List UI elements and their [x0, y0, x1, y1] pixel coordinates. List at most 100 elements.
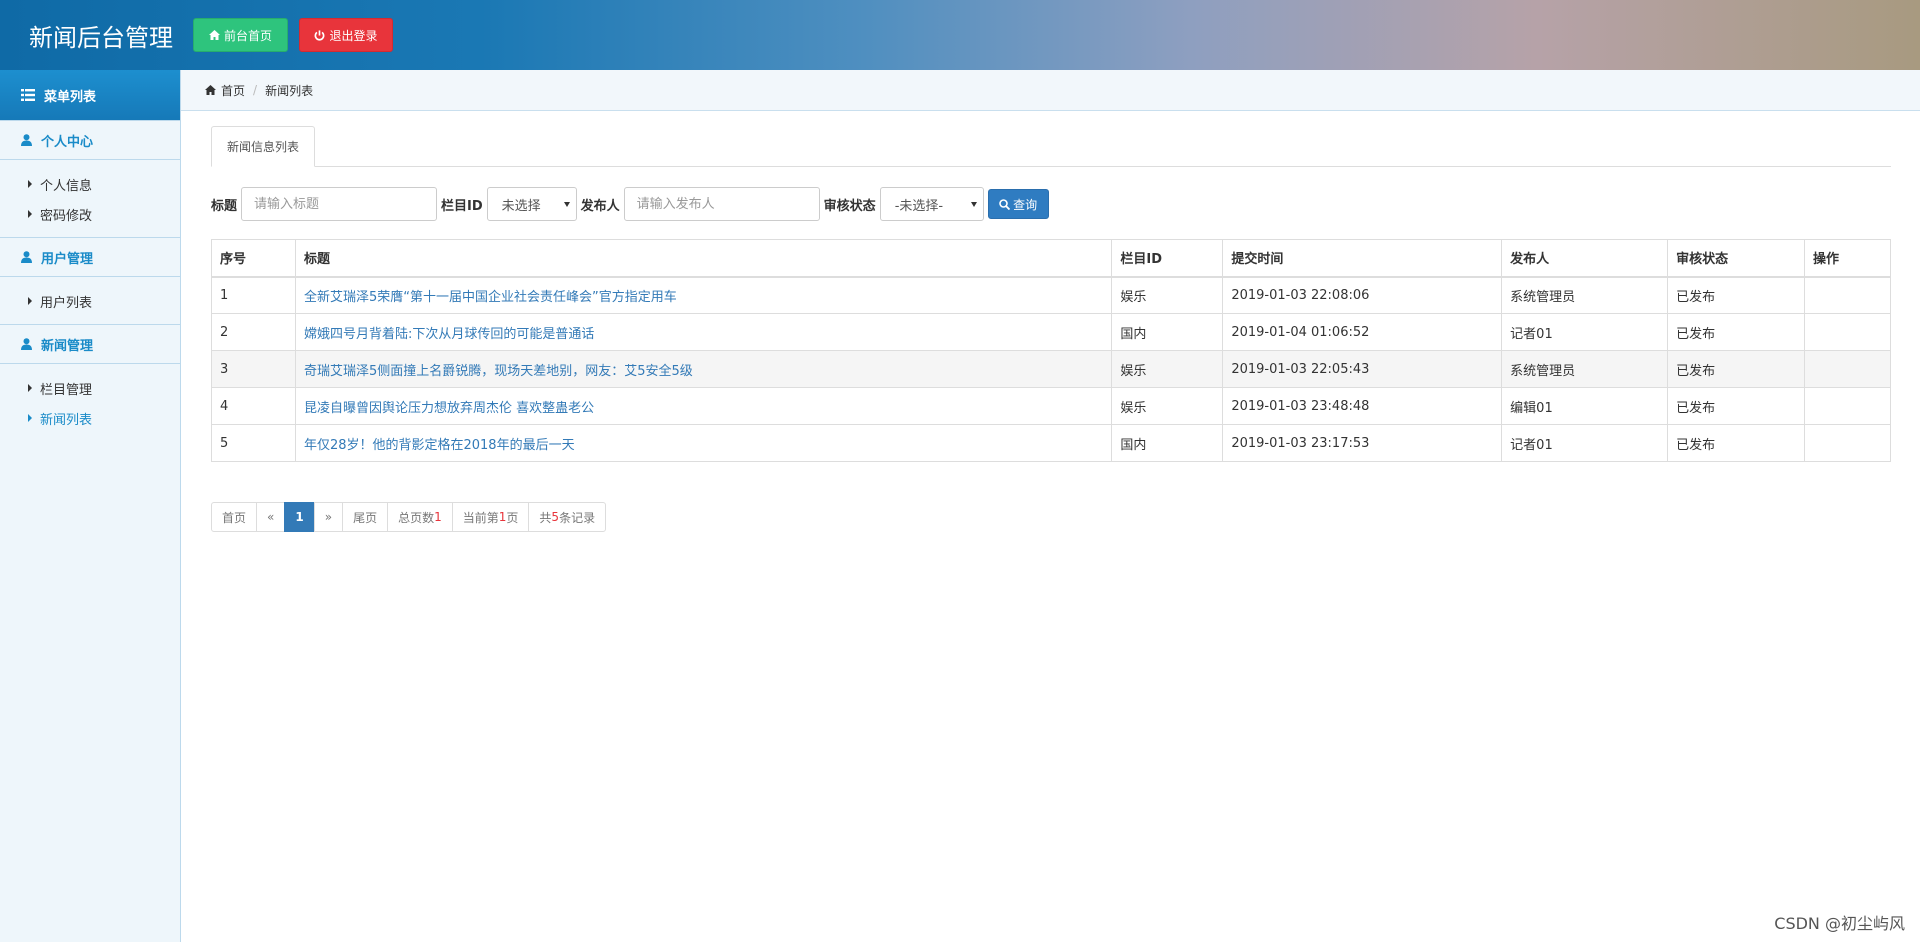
chevron-down-icon [970, 201, 977, 207]
cell-title: 年仅28岁！他的背影定格在2018年的最后一天 [294, 424, 1113, 462]
cell-time: 2019-01-03 22:08:06 [1222, 276, 1503, 314]
table-row: 3 奇瑞艾瑞泽5侧面撞上名爵锐腾，现场天差地别，网友：艾5安全5级 娱乐 201… [211, 350, 1892, 388]
cell-publisher: 编辑01 [1501, 387, 1669, 425]
cell-column: 娱乐 [1111, 387, 1224, 425]
cell-time: 2019-01-03 23:17:53 [1222, 424, 1503, 462]
cell-action [1803, 313, 1892, 351]
records-value: 5 [551, 510, 560, 524]
search-icon [999, 198, 1011, 210]
home-icon [205, 85, 216, 95]
sidebar-group-label: 个人中心 [41, 134, 94, 150]
cell-time: 2019-01-03 23:48:48 [1222, 387, 1503, 425]
news-title-link[interactable]: 奇瑞艾瑞泽5侧面撞上名爵锐腾，现场天差地别，网友：艾5安全5级 [304, 364, 693, 379]
caret-right-icon [28, 297, 32, 305]
watermark: CSDN @初尘屿风 [1774, 914, 1905, 933]
frontend-home-button[interactable]: 前台首页 [193, 18, 288, 52]
title-label: 标题 [211, 198, 238, 214]
sidebar-group-personal[interactable]: 个人中心 [0, 120, 180, 160]
news-title-link[interactable]: 昆凌自曝曾因舆论压力想放弃周杰伦 喜欢整蛊老公 [304, 401, 594, 416]
current-page-suffix: 页 [506, 510, 519, 525]
frontend-home-label: 前台首页 [223, 28, 272, 43]
column-header-no: 序号 [211, 239, 296, 278]
column-header-action: 操作 [1803, 239, 1892, 278]
sidebar-item-label: 新闻列表 [40, 412, 93, 428]
caret-right-icon [28, 414, 32, 422]
page-1-button[interactable]: 1 [284, 502, 315, 532]
column-header-title: 标题 [294, 239, 1113, 278]
records-suffix: 条记录 [559, 510, 596, 525]
cell-publisher: 记者01 [1501, 424, 1669, 462]
column-header-publisher: 发布人 [1501, 239, 1669, 278]
logout-button[interactable]: 退出登录 [299, 18, 393, 52]
sidebar-group-users[interactable]: 用户管理 [0, 237, 180, 277]
table-row: 5 年仅28岁！他的背影定格在2018年的最后一天 国内 2019-01-03 … [211, 424, 1892, 462]
prev-page-button[interactable]: « [256, 502, 286, 532]
current-page-prefix: 当前第 [462, 510, 499, 525]
total-pages-prefix: 总页数 [398, 510, 435, 525]
cell-column: 娱乐 [1111, 350, 1224, 388]
cell-action [1803, 387, 1892, 425]
cell-status: 已发布 [1667, 350, 1805, 388]
publisher-input[interactable] [623, 187, 820, 221]
column-select-value: 未选择 [501, 198, 541, 214]
breadcrumb-separator: / [253, 83, 258, 97]
sidebar-group-label: 新闻管理 [41, 338, 94, 354]
sidebar-item-password[interactable]: 密码修改 [0, 199, 180, 229]
tab-bar: 新闻信息列表 [211, 126, 1891, 167]
table-header-row: 序号 标题 栏目ID 提交时间 发布人 审核状态 操作 [211, 239, 1892, 278]
column-header-column: 栏目ID [1111, 239, 1224, 278]
news-title-link[interactable]: 全新艾瑞泽5荣膺“第十一届中国企业社会责任峰会”官方指定用车 [304, 290, 677, 305]
cell-publisher: 系统管理员 [1501, 350, 1669, 388]
status-label: 审核状态 [823, 198, 876, 214]
column-header-time: 提交时间 [1222, 239, 1503, 278]
total-records-info: 共 5 条记录 [528, 502, 607, 532]
query-button-label: 查询 [1013, 197, 1038, 212]
news-table: 序号 标题 栏目ID 提交时间 发布人 审核状态 操作 1 全新艾瑞泽5荣膺“第… [211, 239, 1892, 462]
user-icon [21, 134, 32, 146]
tab-news-info-list[interactable]: 新闻信息列表 [211, 126, 316, 167]
news-title-link[interactable]: 嫦娥四号月背着陆:下次从月球传回的可能是普通话 [304, 327, 594, 342]
chevron-down-icon [563, 201, 570, 207]
status-select-value: -未选择- [894, 198, 944, 214]
cell-time: 2019-01-03 22:05:43 [1222, 350, 1503, 388]
cell-title: 奇瑞艾瑞泽5侧面撞上名爵锐腾，现场天差地别，网友：艾5安全5级 [294, 350, 1113, 388]
table-row: 4 昆凌自曝曾因舆论压力想放弃周杰伦 喜欢整蛊老公 娱乐 2019-01-03 … [211, 387, 1892, 425]
cell-column: 国内 [1111, 424, 1224, 462]
column-select[interactable]: 未选择 [486, 187, 577, 221]
title-input[interactable] [241, 187, 438, 221]
main-content: 新闻信息列表 标题 栏目ID 未选择 发布人 审核状态 -未选择- 查询 序号 … [211, 111, 1892, 532]
sidebar-item-profile[interactable]: 个人信息 [0, 169, 180, 199]
query-button[interactable]: 查询 [987, 189, 1049, 219]
cell-title: 嫦娥四号月背着陆:下次从月球传回的可能是普通话 [294, 313, 1113, 351]
sidebar-item-user-list[interactable]: 用户列表 [0, 286, 180, 316]
cell-action [1803, 276, 1892, 314]
cell-title: 全新艾瑞泽5荣膺“第十一届中国企业社会责任峰会”官方指定用车 [294, 276, 1113, 314]
pagination: 首页 « 1 » 尾页 总页数 1 当前第 1 页 共 5 条记录 [211, 502, 1891, 532]
cell-status: 已发布 [1667, 313, 1805, 351]
first-page-button[interactable]: 首页 [211, 502, 258, 532]
sidebar-item-column-manage[interactable]: 栏目管理 [0, 373, 180, 403]
current-page-value: 1 [498, 510, 507, 524]
sidebar-group-news[interactable]: 新闻管理 [0, 324, 180, 364]
cell-status: 已发布 [1667, 387, 1805, 425]
table-row: 1 全新艾瑞泽5荣膺“第十一届中国企业社会责任峰会”官方指定用车 娱乐 2019… [211, 276, 1892, 314]
next-page-button[interactable]: » [313, 502, 344, 532]
cell-no: 4 [211, 387, 296, 425]
publisher-label: 发布人 [580, 198, 620, 214]
status-select[interactable]: -未选择- [879, 187, 984, 221]
cell-no: 5 [211, 424, 296, 462]
breadcrumb-home[interactable]: 首页 [221, 82, 245, 99]
menu-title-label: 菜单列表 [44, 89, 97, 105]
home-icon [208, 30, 220, 40]
sidebar-item-label: 用户列表 [40, 295, 93, 311]
news-title-link[interactable]: 年仅28岁！他的背影定格在2018年的最后一天 [304, 438, 575, 453]
records-prefix: 共 [539, 510, 552, 525]
cell-no: 2 [211, 313, 296, 351]
sidebar-item-news-list[interactable]: 新闻列表 [0, 403, 180, 433]
table-row: 2 嫦娥四号月背着陆:下次从月球传回的可能是普通话 国内 2019-01-04 … [211, 313, 1892, 351]
last-page-button[interactable]: 尾页 [342, 502, 389, 532]
top-header: 新闻后台管理 前台首页 退出登录 [0, 0, 1920, 70]
sidebar-group-label: 用户管理 [41, 251, 94, 267]
caret-right-icon [28, 384, 32, 392]
menu-title: 菜单列表 [0, 70, 180, 120]
